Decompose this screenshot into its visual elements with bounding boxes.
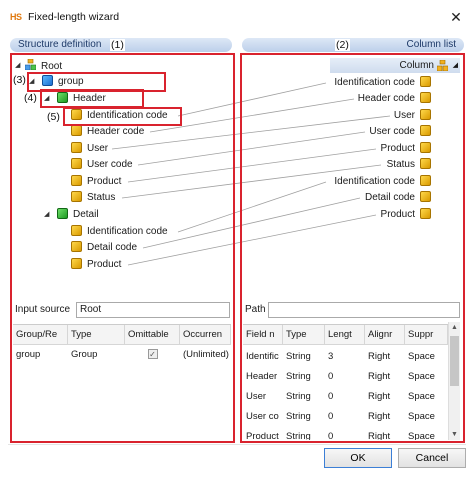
callout-box-columns	[240, 53, 465, 443]
ok-button[interactable]: OK	[324, 448, 392, 468]
callout-box-field	[63, 107, 182, 126]
footer-separator	[8, 444, 466, 445]
callout-number: (4)	[23, 92, 38, 104]
callout-number: (3)	[12, 74, 27, 86]
cancel-button[interactable]: Cancel	[398, 448, 466, 468]
callout-number: (1)	[110, 39, 125, 51]
callout-box-header	[40, 89, 144, 108]
callout-number: (5)	[46, 111, 61, 123]
callout-number: (2)	[335, 39, 350, 51]
